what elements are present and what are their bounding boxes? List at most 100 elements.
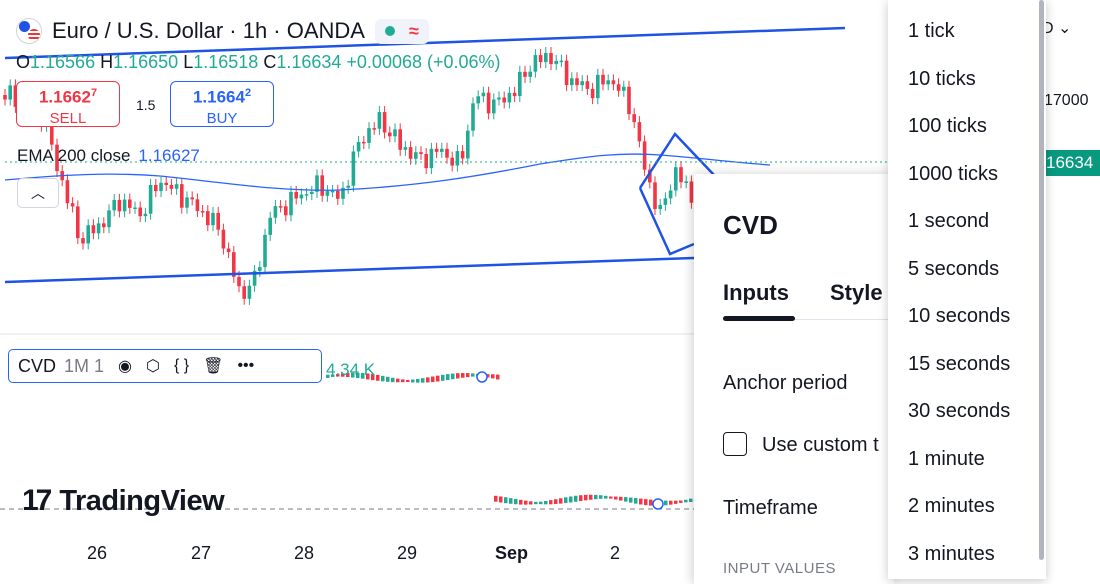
dropdown-option[interactable]: 1 tick [908, 20, 955, 43]
cvd-bar [604, 495, 608, 499]
cvd-indicator-toolbar[interactable]: CVD 1M 1 ◉ ⬡ { } 🗑 ••• [8, 349, 322, 383]
market-status-pill[interactable]: ≈ [374, 18, 429, 44]
candle-body [388, 132, 392, 137]
dropdown-option[interactable]: 100 ticks [908, 115, 987, 138]
candle-body [549, 53, 553, 65]
candle-body [637, 122, 642, 142]
candle-body [351, 151, 356, 186]
candle-body [585, 81, 590, 89]
dropdown-option[interactable]: 15 seconds [908, 353, 1010, 376]
currency-select[interactable]: D ⌄ [1042, 18, 1071, 38]
candle-body [164, 182, 168, 185]
candle-body [653, 182, 657, 210]
candle-body [206, 211, 210, 226]
cvd-bar [584, 494, 588, 501]
dropdown-option[interactable]: 2 minutes [908, 495, 995, 518]
candle-body [107, 210, 111, 228]
candle-body [575, 78, 579, 86]
cvd-bar [524, 500, 528, 505]
candle-body [304, 194, 309, 196]
candle-body [544, 53, 548, 63]
source-code-icon[interactable]: { } [174, 357, 189, 375]
use-custom-checkbox[interactable] [723, 432, 747, 456]
cvd-bar [496, 374, 500, 380]
candle-body [299, 194, 304, 199]
candle-body [102, 223, 106, 228]
anchor-period-dropdown[interactable]: 1 tick 10 ticks 100 ticks 1000 ticks 1 s… [888, 0, 1046, 579]
ema-legend[interactable]: EMA 200 close 1.16627 [17, 146, 200, 166]
cvd-bar [614, 496, 618, 500]
cvd-bar [491, 374, 495, 379]
symbol-legend[interactable]: Euro / U.S. Dollar · 1h · OANDA ≈ [16, 18, 429, 44]
buy-button[interactable]: 1.16642 BUY [170, 81, 274, 127]
dropdown-option[interactable]: 3 minutes [908, 543, 995, 566]
x-axis-label: 27 [191, 543, 212, 563]
chevron-up-icon: ︿ [31, 185, 45, 201]
cvd-bar [554, 499, 558, 505]
collapse-legend-button[interactable]: ︿ [17, 178, 59, 208]
candle-body [481, 92, 486, 97]
candle-body [226, 248, 231, 253]
candle-body [133, 207, 137, 210]
cvd-marker [476, 371, 488, 383]
dropdown-option[interactable]: 5 seconds [908, 258, 999, 281]
trash-icon[interactable]: 🗑 [203, 356, 223, 376]
candle-body [601, 74, 605, 85]
candle-body [627, 86, 631, 115]
tab-inputs[interactable]: Inputs [723, 280, 789, 306]
dropdown-option[interactable]: 1 second [908, 210, 989, 233]
eye-icon[interactable]: ◉ [118, 356, 132, 376]
use-custom-label[interactable]: Use custom t [762, 434, 879, 457]
cvd-bar [431, 376, 435, 383]
settings-icon[interactable]: ⬡ [146, 356, 160, 376]
price-axis-label: 17000 [1044, 92, 1089, 109]
cvd-bar [629, 497, 633, 503]
cvd-bar [391, 377, 395, 383]
cvd-bar [664, 500, 668, 506]
candle-body [330, 190, 335, 193]
candle-body [86, 225, 90, 244]
cvd-series [326, 372, 693, 506]
sell-button[interactable]: 1.16627 SELL [16, 81, 120, 127]
candle-body [414, 152, 418, 159]
candle-body [362, 141, 366, 144]
candle-body [336, 190, 340, 199]
candle-body [590, 88, 595, 99]
candle-body [195, 199, 200, 212]
candle-body [143, 213, 148, 217]
cvd-bar [456, 373, 460, 379]
spread-value: 1.5 [136, 97, 156, 113]
cvd-bar [624, 497, 628, 502]
candle-body [76, 206, 80, 239]
cvd-bar [549, 500, 553, 505]
candle-body [476, 96, 480, 104]
cvd-bar [494, 495, 498, 502]
candle-body [367, 128, 371, 143]
tradingview-mark-icon: 17 [22, 484, 52, 517]
candle-body [169, 184, 174, 189]
cvd-bar [674, 500, 678, 504]
dropdown-option[interactable]: 1 minute [908, 448, 985, 471]
candle-body [154, 184, 158, 192]
dropdown-option[interactable]: 1000 ticks [908, 163, 998, 186]
candle-body [564, 60, 569, 86]
dropdown-scrollbar[interactable] [1039, 0, 1044, 560]
cvd-bar [679, 500, 683, 503]
candle-body [507, 92, 512, 103]
candle-body [284, 206, 288, 216]
candle-body [372, 128, 376, 130]
more-icon[interactable]: ••• [237, 357, 254, 375]
candle-body [471, 103, 475, 131]
dropdown-option[interactable]: 10 seconds [908, 305, 1010, 328]
dropdown-option[interactable]: 10 ticks [908, 68, 976, 91]
x-axis-label: Sep [495, 543, 529, 563]
tab-style[interactable]: Style [830, 280, 883, 306]
cvd-bar [471, 373, 475, 377]
candle-body [247, 285, 252, 299]
candle-body [455, 151, 460, 166]
candle-body [689, 181, 694, 203]
candle-body [408, 147, 413, 159]
candle-body [50, 124, 54, 145]
candle-body [554, 60, 558, 65]
dropdown-option[interactable]: 30 seconds [908, 400, 1010, 423]
